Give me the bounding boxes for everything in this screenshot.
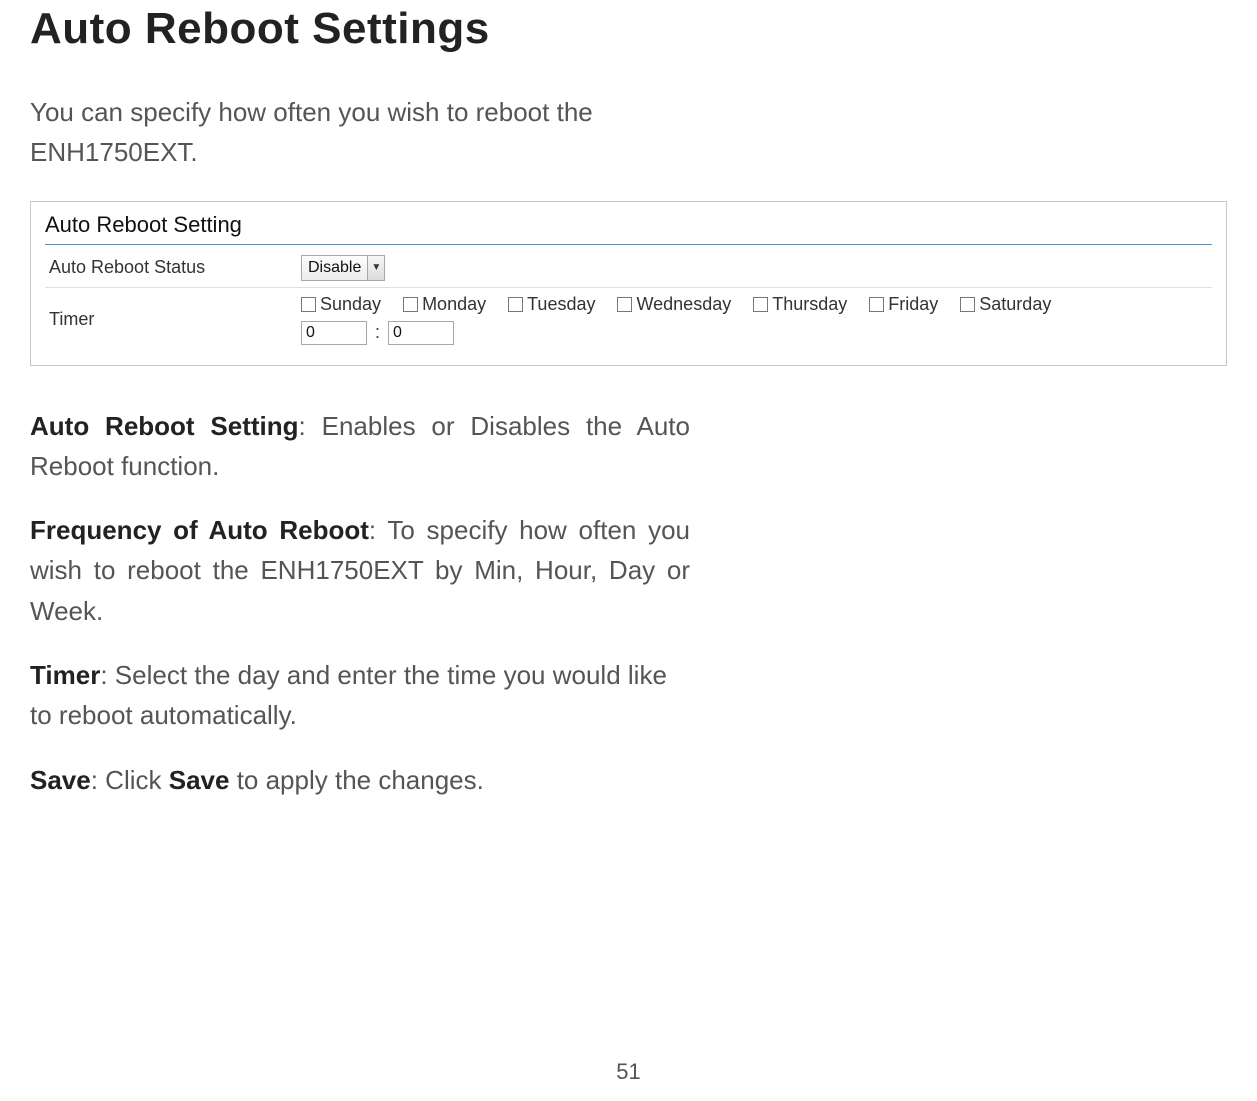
day-label: Wednesday: [636, 294, 731, 315]
desc-auto-reboot-setting: Auto Reboot Setting: Enables or Disables…: [30, 406, 690, 487]
desc-save: Save: Click Save to apply the changes.: [30, 760, 690, 800]
hour-input[interactable]: 0: [301, 321, 367, 345]
desc-label: Auto Reboot Setting: [30, 411, 299, 441]
desc-label: Frequency of Auto Reboot: [30, 515, 369, 545]
timer-label: Timer: [45, 287, 297, 351]
auto-reboot-panel: Auto Reboot Setting Auto Reboot Status D…: [30, 201, 1227, 366]
checkbox-icon[interactable]: [403, 297, 418, 312]
day-monday[interactable]: Monday: [403, 294, 486, 315]
time-colon: :: [375, 322, 380, 343]
intro-text: You can specify how often you wish to re…: [30, 92, 670, 173]
day-saturday[interactable]: Saturday: [960, 294, 1051, 315]
minute-input[interactable]: 0: [388, 321, 454, 345]
status-label: Auto Reboot Status: [45, 249, 297, 288]
day-thursday[interactable]: Thursday: [753, 294, 847, 315]
desc-frequency: Frequency of Auto Reboot: To specify how…: [30, 510, 690, 631]
chevron-down-icon[interactable]: ▼: [367, 256, 384, 280]
day-sunday[interactable]: Sunday: [301, 294, 381, 315]
checkbox-icon[interactable]: [617, 297, 632, 312]
day-label: Tuesday: [527, 294, 595, 315]
desc-text: to apply the changes.: [229, 765, 483, 795]
day-label: Friday: [888, 294, 938, 315]
desc-text: : Click: [91, 765, 169, 795]
day-tuesday[interactable]: Tuesday: [508, 294, 595, 315]
day-friday[interactable]: Friday: [869, 294, 938, 315]
checkbox-icon[interactable]: [301, 297, 316, 312]
status-select[interactable]: Disable ▼: [301, 255, 385, 281]
page-number: 51: [0, 1059, 1257, 1085]
page-title: Auto Reboot Settings: [30, 4, 1227, 54]
checkbox-icon[interactable]: [869, 297, 884, 312]
desc-timer: Timer: Select the day and enter the time…: [30, 655, 690, 736]
checkbox-icon[interactable]: [508, 297, 523, 312]
day-label: Saturday: [979, 294, 1051, 315]
day-label: Thursday: [772, 294, 847, 315]
day-list: Sunday Monday Tuesday Wednesday: [301, 294, 1208, 315]
panel-title: Auto Reboot Setting: [45, 212, 1212, 238]
desc-label-inline: Save: [169, 765, 230, 795]
day-label: Sunday: [320, 294, 381, 315]
time-row: 0 : 0: [301, 321, 1208, 345]
checkbox-icon[interactable]: [753, 297, 768, 312]
day-label: Monday: [422, 294, 486, 315]
checkbox-icon[interactable]: [960, 297, 975, 312]
description-block: Auto Reboot Setting: Enables or Disables…: [30, 406, 690, 800]
panel-divider: [45, 244, 1212, 245]
desc-text: : Select the day and enter the time you …: [30, 660, 667, 730]
status-value: Disable: [302, 259, 367, 277]
desc-label: Timer: [30, 660, 100, 690]
day-wednesday[interactable]: Wednesday: [617, 294, 731, 315]
desc-label: Save: [30, 765, 91, 795]
